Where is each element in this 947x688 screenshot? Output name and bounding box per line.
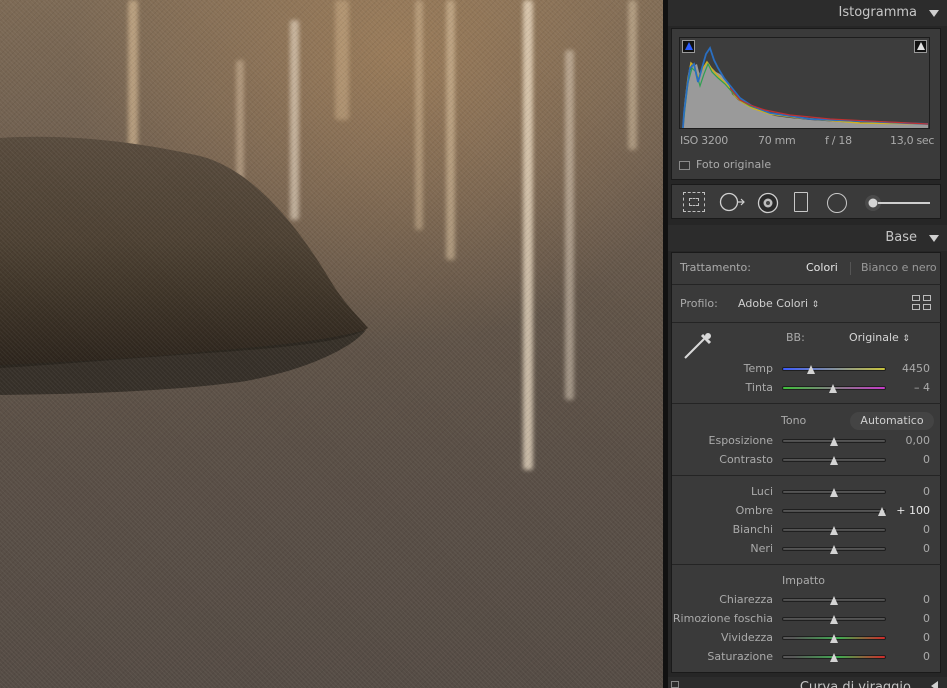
profile-dropdown[interactable]: Adobe Colori ⇕ <box>738 297 819 310</box>
wb-eyedropper-icon[interactable] <box>680 329 714 363</box>
histogram-title: Istogramma <box>838 5 917 20</box>
divider <box>672 475 942 476</box>
tone-label: Tono <box>781 414 807 427</box>
exif-aperture: f / 18 <box>825 134 852 147</box>
treatment-bw-option[interactable]: Bianco e nero <box>861 261 937 274</box>
original-photo-checkbox[interactable] <box>679 161 690 170</box>
whites-slider-thumb[interactable] <box>830 526 838 535</box>
spot-removal-icon[interactable] <box>719 192 747 212</box>
divider <box>672 322 942 323</box>
tint-value[interactable]: – 4 <box>914 381 930 394</box>
histogram-curves <box>682 45 929 129</box>
blacks-value[interactable]: 0 <box>923 542 930 555</box>
vibrance-slider-thumb[interactable] <box>830 634 838 643</box>
profile-value: Adobe Colori <box>738 297 809 310</box>
divider <box>672 284 942 285</box>
updown-arrows-icon: ⇕ <box>811 300 820 310</box>
base-header[interactable]: Base <box>668 225 947 251</box>
contrast-label: Contrasto <box>719 453 773 466</box>
treatment-label: Trattamento: <box>680 261 751 274</box>
temp-slider[interactable] <box>782 367 886 371</box>
exposure-value[interactable]: 0,00 <box>906 434 931 447</box>
contrast-slider-thumb[interactable] <box>830 456 838 465</box>
highlights-value[interactable]: 0 <box>923 485 930 498</box>
clarity-value[interactable]: 0 <box>923 593 930 606</box>
saturation-value[interactable]: 0 <box>923 650 930 663</box>
temp-value[interactable]: 4450 <box>902 362 930 375</box>
auto-tone-button[interactable]: Automatico <box>850 412 934 430</box>
contrast-value[interactable]: 0 <box>923 453 930 466</box>
saturation-label: Saturazione <box>707 650 773 663</box>
shadows-slider[interactable] <box>782 509 886 513</box>
shadow-clipping-icon[interactable] <box>682 40 695 53</box>
highlights-label: Luci <box>750 485 773 498</box>
presence-label: Impatto <box>782 574 826 587</box>
profile-label: Profilo: <box>680 297 718 310</box>
vibrance-label: Vividezza <box>721 631 773 644</box>
blacks-slider-thumb[interactable] <box>830 545 838 554</box>
exif-shutter: 13,0 sec <box>890 134 935 147</box>
tone-curve-header[interactable]: Curva di viraggio <box>668 677 947 688</box>
shadows-label: Ombre <box>735 504 773 517</box>
original-photo-label: Foto originale <box>696 158 772 171</box>
vibrance-value[interactable]: 0 <box>923 631 930 644</box>
radial-filter-icon[interactable] <box>827 193 847 213</box>
temp-label: Temp <box>743 362 773 375</box>
adjustment-brush-icon[interactable] <box>864 194 932 212</box>
histogram-header[interactable]: Istogramma <box>668 0 947 26</box>
dehaze-label: Rimozione foschia <box>672 612 773 625</box>
histogram-graph[interactable] <box>679 37 930 129</box>
temp-slider-thumb[interactable] <box>807 365 816 374</box>
profile-browser-grid-icon[interactable] <box>912 295 932 311</box>
shadows-value[interactable]: + 100 <box>896 504 930 517</box>
wb-value: Originale <box>849 331 899 344</box>
exposure-label: Esposizione <box>708 434 773 447</box>
highlights-slider-thumb[interactable] <box>830 488 838 497</box>
whites-label: Bianchi <box>732 523 773 536</box>
histogram-section: ISO 3200 70 mm f / 18 13,0 sec Foto orig… <box>671 28 941 180</box>
develop-right-panel: Istogramma ISO 3200 70 mm f / 18 13,0 se… <box>668 0 947 688</box>
red-eye-icon[interactable] <box>757 192 779 214</box>
shadows-slider-thumb[interactable] <box>877 507 886 516</box>
clarity-label: Chiarezza <box>719 593 773 606</box>
graduated-filter-icon[interactable] <box>794 192 808 212</box>
tone-curve-title: Curva di viraggio <box>799 680 911 688</box>
exposure-slider-thumb[interactable] <box>830 437 838 446</box>
treatment-color-option[interactable]: Colori <box>806 261 838 274</box>
blacks-label: Neri <box>750 542 773 555</box>
divider <box>672 403 942 404</box>
whites-value[interactable]: 0 <box>923 523 930 536</box>
tint-label: Tinta <box>745 381 773 394</box>
tint-slider-thumb[interactable] <box>828 384 837 393</box>
highlight-clipping-icon[interactable] <box>914 40 927 53</box>
base-section: Trattamento: Colori Bianco e nero Profil… <box>671 252 942 673</box>
noise-texture <box>0 0 663 688</box>
crop-overlay-icon[interactable] <box>683 192 705 212</box>
wb-dropdown[interactable]: Originale ⇕ <box>849 331 910 344</box>
wb-label: BB: <box>786 331 805 344</box>
exif-iso: ISO 3200 <box>680 134 728 147</box>
treatment-separator <box>850 262 851 275</box>
collapse-triangle-icon[interactable] <box>929 235 939 242</box>
saturation-slider-thumb[interactable] <box>830 653 838 662</box>
collapse-triangle-icon[interactable] <box>929 10 939 17</box>
divider <box>672 564 942 565</box>
panel-toggle-checkbox[interactable] <box>671 681 679 688</box>
dehaze-value[interactable]: 0 <box>923 612 930 625</box>
photo-preview[interactable] <box>0 0 663 688</box>
expand-triangle-icon[interactable] <box>931 681 938 688</box>
clarity-slider-thumb[interactable] <box>830 596 838 605</box>
base-title: Base <box>885 230 917 245</box>
dehaze-slider-thumb[interactable] <box>830 615 838 624</box>
updown-arrows-icon: ⇕ <box>902 334 910 344</box>
tool-strip <box>671 184 941 219</box>
exif-focal-length: 70 mm <box>758 134 796 147</box>
